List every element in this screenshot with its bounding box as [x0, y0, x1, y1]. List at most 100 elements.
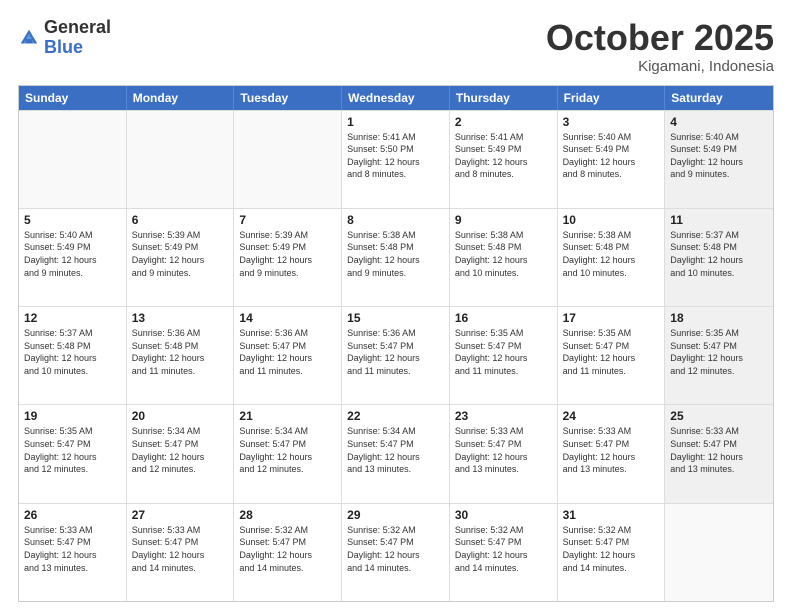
calendar-body: 1 Sunrise: 5:41 AM Sunset: 5:50 PM Daylig…	[19, 110, 773, 601]
page: General Blue October 2025 Kigamani, Indo…	[0, 0, 792, 612]
cell-content: Sunrise: 5:41 AM Sunset: 5:50 PM Dayligh…	[347, 131, 444, 181]
cell-content: Sunrise: 5:38 AM Sunset: 5:48 PM Dayligh…	[455, 229, 552, 279]
cell-content: Sunrise: 5:38 AM Sunset: 5:48 PM Dayligh…	[563, 229, 660, 279]
cell-content: Sunrise: 5:35 AM Sunset: 5:47 PM Dayligh…	[670, 327, 768, 377]
calendar-cell-empty-0-1	[127, 111, 235, 208]
day-number: 25	[670, 409, 768, 423]
calendar-cell-8: 8Sunrise: 5:38 AM Sunset: 5:48 PM Daylig…	[342, 209, 450, 306]
cell-content: Sunrise: 5:33 AM Sunset: 5:47 PM Dayligh…	[132, 524, 229, 574]
calendar-cell-25: 25 Sunrise: 5:33 AM Sunset: 5:47 PM Dayli…	[665, 405, 773, 502]
calendar-cell-30: 30Sunrise: 5:32 AM Sunset: 5:47 PM Dayli…	[450, 504, 558, 601]
day-number: 29	[347, 508, 444, 522]
calendar-cell-14: 14 Sunrise: 5:36 AM Sunset: 5:47 PM Dayli…	[234, 307, 342, 404]
cell-content: Sunrise: 5:36 AM Sunset: 5:47 PM Dayligh…	[239, 327, 336, 377]
calendar-cell-28: 28Sunrise: 5:32 AM Sunset: 5:47 PM Dayli…	[234, 504, 342, 601]
calendar-header: SundayMondayTuesdayWednesdayThursdayFrid…	[19, 86, 773, 110]
calendar-cell-7: 7Sunrise: 5:39 AM Sunset: 5:49 PM Daylig…	[234, 209, 342, 306]
logo-icon	[18, 27, 40, 49]
day-number: 1	[347, 115, 444, 129]
day-number: 15	[347, 311, 444, 325]
title-area: October 2025 Kigamani, Indonesia	[546, 18, 774, 75]
calendar-cell-16: 16 Sunrise: 5:35 AM Sunset: 5:47 PM Dayli…	[450, 307, 558, 404]
cell-content: Sunrise: 5:41 AM Sunset: 5:49 PM Dayligh…	[455, 131, 552, 181]
cell-content: Sunrise: 5:34 AM Sunset: 5:47 PM Dayligh…	[132, 425, 229, 475]
calendar-row-3: 19 Sunrise: 5:35 AM Sunset: 5:47 PM Dayli…	[19, 404, 773, 502]
calendar-cell-3: 3Sunrise: 5:40 AM Sunset: 5:49 PM Daylig…	[558, 111, 666, 208]
header-day-saturday: Saturday	[665, 86, 773, 110]
calendar-cell-26: 26 Sunrise: 5:33 AM Sunset: 5:47 PM Dayli…	[19, 504, 127, 601]
day-number: 14	[239, 311, 336, 325]
cell-content: Sunrise: 5:36 AM Sunset: 5:48 PM Dayligh…	[132, 327, 229, 377]
day-number: 11	[670, 213, 768, 227]
location: Kigamani, Indonesia	[546, 58, 774, 75]
day-number: 3	[563, 115, 660, 129]
day-number: 21	[239, 409, 336, 423]
day-number: 17	[563, 311, 660, 325]
calendar-cell-20: 20 Sunrise: 5:34 AM Sunset: 5:47 PM Dayli…	[127, 405, 235, 502]
day-number: 16	[455, 311, 552, 325]
calendar-cell-12: 12 Sunrise: 5:37 AM Sunset: 5:48 PM Dayli…	[19, 307, 127, 404]
calendar-cell-31: 31Sunrise: 5:32 AM Sunset: 5:47 PM Dayli…	[558, 504, 666, 601]
cell-content: Sunrise: 5:35 AM Sunset: 5:47 PM Dayligh…	[455, 327, 552, 377]
day-number: 23	[455, 409, 552, 423]
day-number: 18	[670, 311, 768, 325]
month-title: October 2025	[546, 18, 774, 58]
calendar-cell-22: 22Sunrise: 5:34 AM Sunset: 5:47 PM Dayli…	[342, 405, 450, 502]
day-number: 13	[132, 311, 229, 325]
calendar: SundayMondayTuesdayWednesdayThursdayFrid…	[18, 85, 774, 602]
header-day-monday: Monday	[127, 86, 235, 110]
cell-content: Sunrise: 5:37 AM Sunset: 5:48 PM Dayligh…	[670, 229, 768, 279]
calendar-cell-10: 10 Sunrise: 5:38 AM Sunset: 5:48 PM Dayli…	[558, 209, 666, 306]
day-number: 7	[239, 213, 336, 227]
cell-content: Sunrise: 5:35 AM Sunset: 5:47 PM Dayligh…	[24, 425, 121, 475]
day-number: 4	[670, 115, 768, 129]
day-number: 30	[455, 508, 552, 522]
day-number: 8	[347, 213, 444, 227]
calendar-cell-5: 5 Sunrise: 5:40 AM Sunset: 5:49 PM Daylig…	[19, 209, 127, 306]
calendar-row-4: 26 Sunrise: 5:33 AM Sunset: 5:47 PM Dayli…	[19, 503, 773, 601]
cell-content: Sunrise: 5:37 AM Sunset: 5:48 PM Dayligh…	[24, 327, 121, 377]
calendar-cell-1: 1 Sunrise: 5:41 AM Sunset: 5:50 PM Daylig…	[342, 111, 450, 208]
cell-content: Sunrise: 5:32 AM Sunset: 5:47 PM Dayligh…	[347, 524, 444, 574]
header-day-thursday: Thursday	[450, 86, 558, 110]
cell-content: Sunrise: 5:36 AM Sunset: 5:47 PM Dayligh…	[347, 327, 444, 377]
logo: General Blue	[18, 18, 111, 58]
cell-content: Sunrise: 5:32 AM Sunset: 5:47 PM Dayligh…	[239, 524, 336, 574]
day-number: 24	[563, 409, 660, 423]
calendar-cell-empty-0-2	[234, 111, 342, 208]
calendar-cell-24: 24 Sunrise: 5:33 AM Sunset: 5:47 PM Dayli…	[558, 405, 666, 502]
calendar-cell-21: 21 Sunrise: 5:34 AM Sunset: 5:47 PM Dayli…	[234, 405, 342, 502]
header: General Blue October 2025 Kigamani, Indo…	[18, 18, 774, 75]
header-day-sunday: Sunday	[19, 86, 127, 110]
day-number: 20	[132, 409, 229, 423]
cell-content: Sunrise: 5:33 AM Sunset: 5:47 PM Dayligh…	[563, 425, 660, 475]
day-number: 19	[24, 409, 121, 423]
calendar-cell-empty-0-0	[19, 111, 127, 208]
calendar-cell-6: 6Sunrise: 5:39 AM Sunset: 5:49 PM Daylig…	[127, 209, 235, 306]
cell-content: Sunrise: 5:34 AM Sunset: 5:47 PM Dayligh…	[347, 425, 444, 475]
calendar-cell-15: 15 Sunrise: 5:36 AM Sunset: 5:47 PM Dayli…	[342, 307, 450, 404]
calendar-cell-11: 11 Sunrise: 5:37 AM Sunset: 5:48 PM Dayli…	[665, 209, 773, 306]
calendar-row-1: 5 Sunrise: 5:40 AM Sunset: 5:49 PM Daylig…	[19, 208, 773, 306]
calendar-cell-18: 18 Sunrise: 5:35 AM Sunset: 5:47 PM Dayli…	[665, 307, 773, 404]
day-number: 2	[455, 115, 552, 129]
logo-general: General	[44, 18, 111, 38]
day-number: 12	[24, 311, 121, 325]
cell-content: Sunrise: 5:34 AM Sunset: 5:47 PM Dayligh…	[239, 425, 336, 475]
calendar-row-2: 12 Sunrise: 5:37 AM Sunset: 5:48 PM Dayli…	[19, 306, 773, 404]
day-number: 9	[455, 213, 552, 227]
calendar-cell-29: 29 Sunrise: 5:32 AM Sunset: 5:47 PM Dayli…	[342, 504, 450, 601]
day-number: 10	[563, 213, 660, 227]
cell-content: Sunrise: 5:33 AM Sunset: 5:47 PM Dayligh…	[455, 425, 552, 475]
calendar-cell-23: 23 Sunrise: 5:33 AM Sunset: 5:47 PM Dayli…	[450, 405, 558, 502]
cell-content: Sunrise: 5:33 AM Sunset: 5:47 PM Dayligh…	[670, 425, 768, 475]
cell-content: Sunrise: 5:33 AM Sunset: 5:47 PM Dayligh…	[24, 524, 121, 574]
cell-content: Sunrise: 5:39 AM Sunset: 5:49 PM Dayligh…	[132, 229, 229, 279]
day-number: 5	[24, 213, 121, 227]
calendar-cell-19: 19 Sunrise: 5:35 AM Sunset: 5:47 PM Dayli…	[19, 405, 127, 502]
calendar-cell-27: 27Sunrise: 5:33 AM Sunset: 5:47 PM Dayli…	[127, 504, 235, 601]
cell-content: Sunrise: 5:40 AM Sunset: 5:49 PM Dayligh…	[24, 229, 121, 279]
header-day-friday: Friday	[558, 86, 666, 110]
calendar-cell-4: 4Sunrise: 5:40 AM Sunset: 5:49 PM Daylig…	[665, 111, 773, 208]
day-number: 26	[24, 508, 121, 522]
